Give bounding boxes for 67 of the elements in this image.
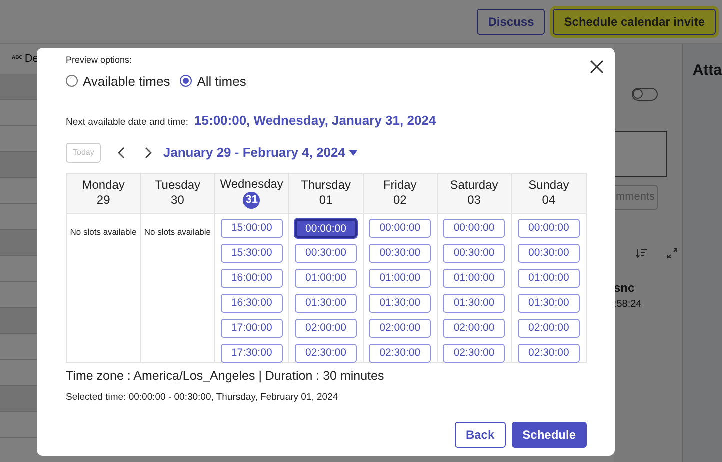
time-slot-button[interactable]: 16:00:00 xyxy=(220,268,283,288)
time-slot-button[interactable]: 02:30:00 xyxy=(369,344,432,362)
time-slot-button[interactable]: 01:30:00 xyxy=(518,294,580,312)
time-slot-button[interactable]: 00:00:00 xyxy=(443,218,506,238)
date-range-dropdown[interactable]: January 29 - February 4, 2024 xyxy=(163,142,358,162)
time-slot-button[interactable]: 01:00:00 xyxy=(443,268,506,288)
no-slots-text: No slots available xyxy=(144,226,212,238)
day-date: 02 xyxy=(393,193,407,208)
day-name: Wednesday xyxy=(220,177,284,192)
activity-name: snc xyxy=(614,280,635,296)
next-available-label: Next available date and time: xyxy=(66,116,189,130)
preview-options-label: Preview options: xyxy=(66,54,134,67)
close-icon[interactable] xyxy=(590,60,604,74)
back-button[interactable]: Back xyxy=(454,422,506,448)
radio-option[interactable]: All times xyxy=(180,72,246,91)
caret-icon xyxy=(349,150,358,156)
activity-time: :58:24 xyxy=(614,298,642,312)
next-week-icon[interactable] xyxy=(143,146,154,158)
no-slots-text: No slots available xyxy=(70,226,137,238)
time-slot-button[interactable]: 01:30:00 xyxy=(294,294,357,312)
next-available-value: 15:00:00, Wednesday, January 31, 2024 xyxy=(194,112,436,130)
time-slot-button[interactable]: 17:30:00 xyxy=(220,344,283,362)
time-slot-button[interactable]: 01:00:00 xyxy=(518,268,580,288)
expand-icon[interactable] xyxy=(666,248,678,258)
timezone-duration-text: Time zone : America/Los_Angeles | Duration : 30 minutes xyxy=(66,368,386,385)
radio-option[interactable]: Available times xyxy=(66,72,170,91)
time-slot-button[interactable]: 15:30:00 xyxy=(220,244,283,262)
day-date: 30 xyxy=(171,193,184,208)
time-slot-button[interactable]: 02:00:00 xyxy=(518,318,580,338)
time-slot-button[interactable]: 02:00:00 xyxy=(443,318,506,338)
day-date: 03 xyxy=(468,193,481,208)
time-slot-button[interactable]: 15:00:00 xyxy=(220,218,283,238)
toggle-switch[interactable] xyxy=(632,88,658,101)
day-date: 04 xyxy=(542,193,556,208)
panel-heading: Atta xyxy=(692,61,722,81)
time-slot-button[interactable]: 01:00:00 xyxy=(369,268,432,288)
time-slot-button[interactable]: 00:30:00 xyxy=(443,244,506,262)
time-slot-button[interactable]: 02:30:00 xyxy=(518,344,580,362)
time-slot-button[interactable]: 00:00:00 xyxy=(294,218,357,238)
time-slot-button[interactable]: 00:30:00 xyxy=(518,244,580,262)
time-slot-button[interactable]: 00:00:00 xyxy=(369,218,432,238)
day-date: 01 xyxy=(319,193,333,208)
sort-icon[interactable] xyxy=(636,248,647,258)
time-slot-button[interactable]: 01:30:00 xyxy=(369,294,432,312)
schedule-button[interactable]: Schedule xyxy=(512,422,587,448)
time-slot-button[interactable]: 16:30:00 xyxy=(220,294,283,312)
previous-week-icon[interactable] xyxy=(117,146,128,158)
time-slot-button[interactable]: 17:00:00 xyxy=(220,318,283,338)
selected-time-text: Selected time: 00:00:00 - 00:30:00, Thursday, February 01, 2024 xyxy=(66,391,340,406)
time-slot-button[interactable]: 02:30:00 xyxy=(443,344,506,362)
time-slot-button[interactable]: 02:30:00 xyxy=(294,344,357,362)
comment-field[interactable] xyxy=(614,131,667,177)
day-name: Saturday xyxy=(450,178,498,193)
day-name: Sunday xyxy=(528,178,570,193)
day-date: 29 xyxy=(96,193,110,208)
day-date: 31 xyxy=(243,192,260,209)
time-slot-button[interactable]: 00:30:00 xyxy=(369,244,432,262)
day-name: Monday xyxy=(82,178,125,193)
time-slot-button[interactable]: 02:00:00 xyxy=(369,318,432,338)
time-slot-button[interactable]: 01:30:00 xyxy=(443,294,506,312)
time-slot-button[interactable]: 00:30:00 xyxy=(294,244,357,262)
time-slot-button[interactable]: 02:00:00 xyxy=(294,318,357,338)
time-slot-button[interactable]: 01:00:00 xyxy=(294,268,357,288)
time-slot-button[interactable]: 00:00:00 xyxy=(518,218,580,238)
day-name: Tuesday xyxy=(154,178,200,193)
day-name: Thursday xyxy=(300,178,351,193)
day-name: Friday xyxy=(383,178,417,193)
